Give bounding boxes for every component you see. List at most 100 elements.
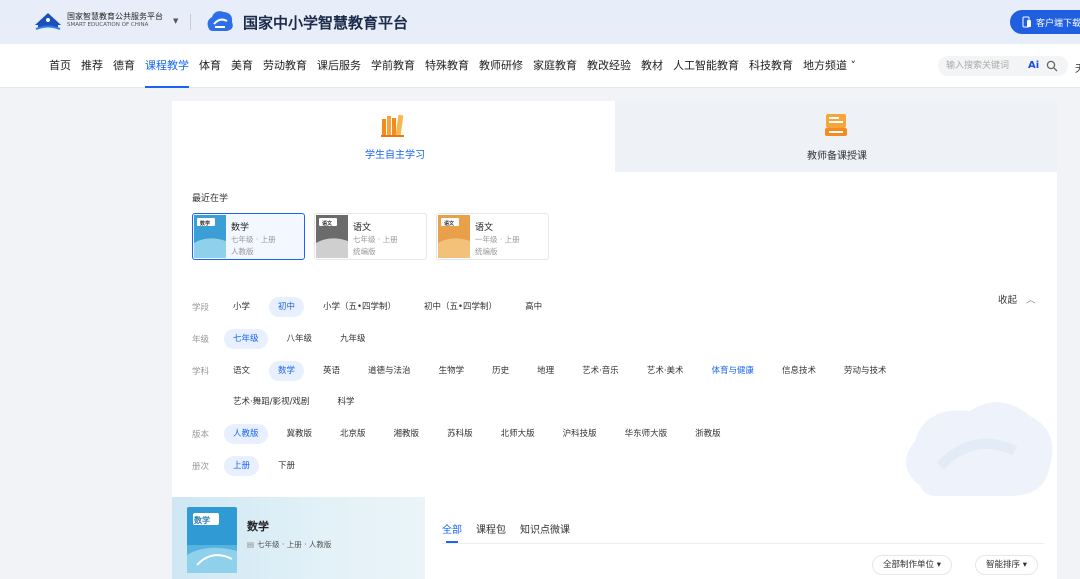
nav-item[interactable]: 课后服务	[317, 44, 361, 88]
portal-switcher[interactable]: 国家智慧教育公共服务平台 SMART EDUCATION OF CHINA ▼	[33, 10, 178, 32]
filter-option[interactable]: 数学	[269, 361, 305, 381]
card-edition: 统编版	[353, 247, 376, 256]
filter-option[interactable]: 英语	[314, 361, 349, 381]
top-header: 国家智慧教育公共服务平台 SMART EDUCATION OF CHINA ▼ …	[0, 0, 1080, 44]
collapse-button[interactable]: 收起 ︿	[998, 292, 1036, 306]
card-edition: 统编版	[475, 247, 498, 256]
filter-label: 册次	[192, 462, 210, 472]
book-cover-text: 数学	[194, 516, 210, 525]
resource-tab[interactable]: 全部	[442, 521, 462, 543]
tab-divider	[442, 543, 1044, 544]
filter-option[interactable]: 小学	[224, 297, 259, 317]
filter-row: 版本 人教版 冀教版 北京版 湘教版 苏科版 北师大版 沪科技版 华东师大版 浙教版	[192, 424, 740, 444]
filter-option[interactable]: 体育与健康	[703, 361, 764, 381]
cover-text: 数学	[200, 221, 211, 227]
client-download-label: 客户端下载	[1036, 18, 1080, 29]
nav-item[interactable]: 德育	[113, 44, 135, 88]
tab-student-study[interactable]: 学生自主学习	[172, 101, 615, 172]
unit-filter-dropdown[interactable]: 全部制作单位 ▾	[872, 555, 952, 575]
portal-logo-icon	[35, 13, 61, 30]
search-box[interactable]: 输入搜索关键词 Ai	[938, 56, 1068, 76]
resource-tab[interactable]: 知识点微课	[520, 521, 570, 543]
filter-option[interactable]: 小学（五•四学制）	[314, 297, 405, 317]
filter-option[interactable]: 湘教版	[385, 424, 429, 444]
recent-book-card[interactable]: 语文 语文 一年级 · 上册 统编版	[436, 213, 549, 260]
card-subject: 语文	[475, 223, 494, 233]
tab-teacher-prep[interactable]: 教师备课授课	[615, 101, 1057, 172]
nav-item[interactable]: 地方频道 ˅	[803, 44, 856, 88]
resource-tab[interactable]: 课程包	[476, 521, 506, 543]
sort-dropdown[interactable]: 智能排序 ▾	[975, 555, 1038, 575]
search-input[interactable]: 输入搜索关键词	[946, 61, 1009, 71]
card-subject: 数学	[231, 223, 250, 233]
nav-item[interactable]: 首页	[49, 44, 71, 88]
filter-option[interactable]: 生物学	[430, 361, 474, 381]
resource-tabs: 全部 课程包 知识点微课	[442, 521, 584, 543]
filter-option[interactable]: 华东师大版	[616, 424, 677, 444]
filter-option[interactable]: 劳动与技术	[835, 361, 896, 381]
nav-item[interactable]: 家庭教育	[533, 44, 577, 88]
filter-option[interactable]: 冀教版	[278, 424, 322, 444]
filter-option[interactable]: 艺术·美术	[638, 361, 693, 381]
nav-item[interactable]: 体育	[199, 44, 221, 88]
filter-option[interactable]: 地理	[528, 361, 563, 381]
card-edition: 人教版	[231, 247, 254, 256]
filter-option[interactable]: 科学	[328, 392, 363, 412]
filter-option[interactable]: 苏科版	[438, 424, 482, 444]
filter-option[interactable]: 人教版	[224, 424, 268, 444]
filter-option[interactable]: 初中（五•四学制）	[415, 297, 506, 317]
filter-option[interactable]: 历史	[483, 361, 518, 381]
brand[interactable]: 国家中小学智慧教育平台	[203, 7, 408, 37]
portal-name: 国家智慧教育公共服务平台	[67, 12, 163, 22]
search-icon[interactable]	[1046, 60, 1058, 72]
filter-row: 学段 小学 初中 小学（五•四学制） 初中（五•四学制） 高中	[192, 297, 561, 317]
nav-item[interactable]: 推荐	[81, 44, 103, 88]
recent-book-card[interactable]: 语文 语文 七年级 · 上册 统编版	[314, 213, 427, 260]
platform-logo-icon	[207, 11, 233, 31]
filter-option[interactable]: 上册	[224, 456, 260, 476]
card-grade: 七年级 · 上册	[353, 235, 398, 244]
nav-item[interactable]: 特殊教育	[425, 44, 469, 88]
filter-option[interactable]: 道德与法治	[359, 361, 420, 381]
filter-option[interactable]: 高中	[516, 297, 551, 317]
filter-option[interactable]: 初中	[269, 297, 305, 317]
filter-option[interactable]: 七年级	[224, 329, 268, 349]
nav-item[interactable]: 课程教学	[145, 44, 189, 88]
nav-item[interactable]: 科技教育	[749, 44, 793, 88]
filter-option[interactable]: 九年级	[331, 329, 375, 349]
recent-book-card[interactable]: 数学 数学七年级 · 上册 人教版	[192, 213, 305, 260]
filter-option[interactable]: 下册	[269, 456, 304, 476]
filter-option[interactable]: 北京版	[331, 424, 375, 444]
nav-item[interactable]: 教改经验	[587, 44, 631, 88]
filter-option[interactable]: 信息技术	[773, 361, 825, 381]
nav-item[interactable]: 人工智能教育	[673, 44, 739, 88]
content-panel: 学生自主学习 教师备课授课 最近在学 数学 数学 七年级 · 上册 人教版 语文 语文 七年…	[172, 101, 1057, 579]
collapse-label: 收起	[998, 295, 1018, 306]
filter-option[interactable]: 北师大版	[492, 424, 544, 444]
book-subtitle: ▤ 七年级 · 上册 · 人教版	[247, 539, 331, 550]
nav-overflow-text: 天	[1075, 60, 1080, 75]
ai-search-icon[interactable]: Ai	[1028, 56, 1039, 76]
nav-item[interactable]: 教师研修	[479, 44, 523, 88]
filter-row: 艺术·舞蹈/影视/戏剧 科学	[192, 392, 373, 412]
nav-item[interactable]: 学前教育	[371, 44, 415, 88]
card-subject: 语文	[353, 223, 372, 233]
filter-label: 学科	[192, 367, 210, 377]
main-nav: 首页 推荐 德育 课程教学 体育 美育 劳动教育 课后服务 学前教育 特殊教育 教师研修 家庭教育 教改…	[0, 44, 1080, 88]
filter-row: 学科 语文 数学 英语 道德与法治 生物学 历史 地理 艺术·音乐 艺术·美术 体育与健康 信息技术劳…	[192, 361, 906, 381]
card-grade: 七年级 · 上册	[231, 235, 276, 244]
client-download-button[interactable]: 客户端下载	[1010, 10, 1080, 34]
filter-option[interactable]: 语文	[224, 361, 259, 381]
nav-item[interactable]: 教材	[641, 44, 663, 88]
filter-option[interactable]: 艺术·音乐	[573, 361, 628, 381]
filter-option[interactable]: 沪科技版	[554, 424, 606, 444]
nav-item[interactable]: 美育	[231, 44, 253, 88]
nav-item[interactable]: 劳动教育	[263, 44, 307, 88]
filter-option[interactable]: 艺术·舞蹈/影视/戏剧	[224, 392, 318, 412]
tab-student-label: 学生自主学习	[365, 150, 425, 161]
filter-label: 年级	[192, 335, 210, 345]
filter-option[interactable]: 八年级	[278, 329, 322, 349]
caret-down-icon[interactable]: ▼	[173, 17, 178, 25]
chevron-up-icon: ︿	[1026, 295, 1036, 306]
filter-option[interactable]: 浙教版	[686, 424, 730, 444]
